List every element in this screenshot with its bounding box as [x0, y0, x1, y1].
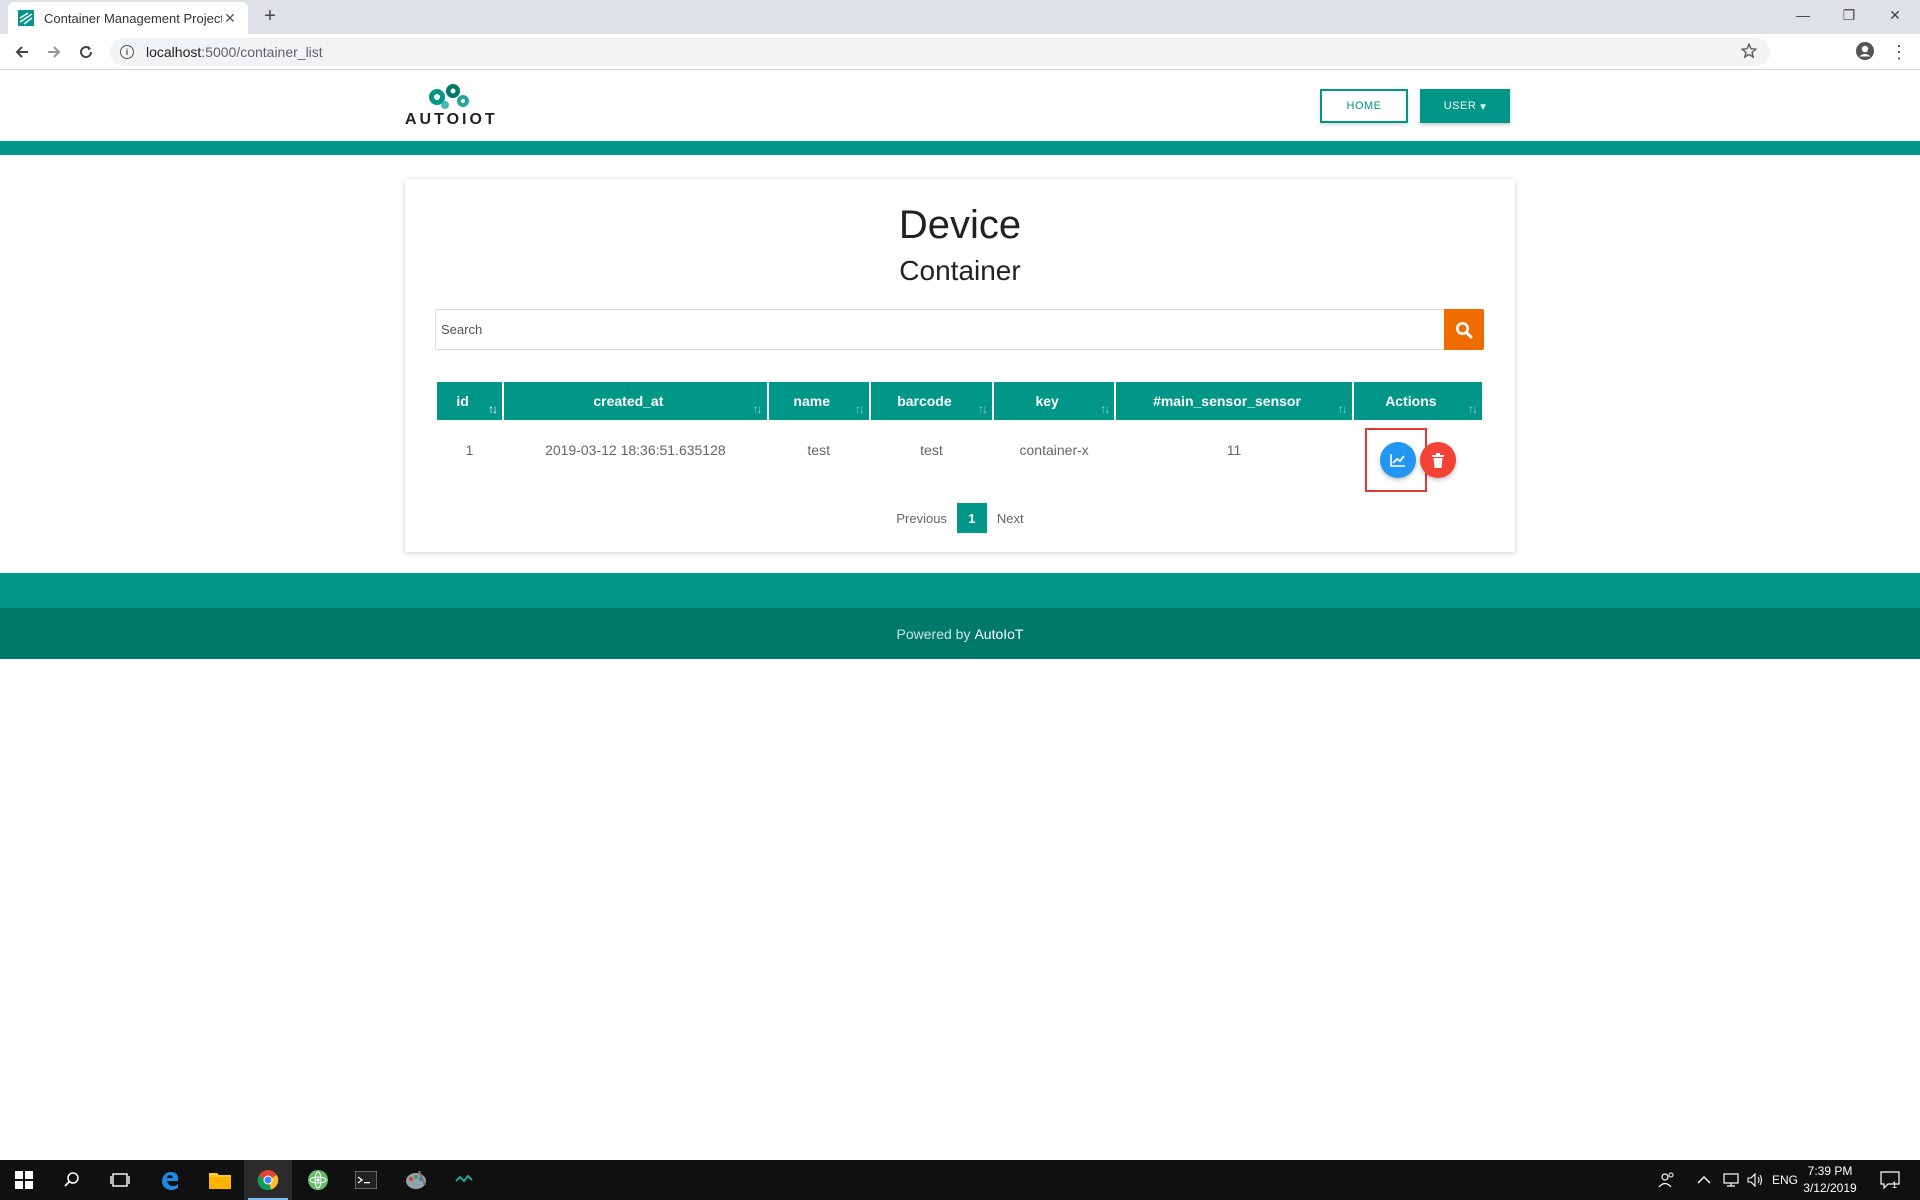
site-favicon-icon	[18, 10, 34, 26]
forward-arrow-icon[interactable]	[42, 40, 66, 64]
column-header-created-at[interactable]: created_at ↑↓	[504, 382, 767, 420]
footer: Powered by AutoIoT	[0, 608, 1920, 659]
url-path: :5000/container_list	[201, 44, 323, 60]
sort-icon[interactable]: ↑↓	[1468, 402, 1478, 416]
tab-title: Container Management Project	[44, 10, 222, 26]
cell-name: test	[807, 442, 830, 458]
terminal-icon[interactable]	[342, 1160, 390, 1200]
minimize-icon[interactable]: —	[1780, 0, 1826, 30]
close-window-icon[interactable]: ✕	[1872, 0, 1918, 30]
sort-icon[interactable]: ↑↓	[1100, 402, 1110, 416]
user-dropdown-button[interactable]: USER ▾	[1420, 89, 1510, 123]
address-bar[interactable]: i localhost:5000/container_list	[110, 38, 1770, 66]
browser-toolbar: i localhost:5000/container_list ⋮	[0, 34, 1920, 70]
header-accent-bar	[0, 141, 1920, 155]
app-window-icon[interactable]	[440, 1160, 488, 1200]
star-icon[interactable]	[1740, 42, 1758, 65]
container-table: id ↑↓ created_at ↑↓ name ↑↓ barcode ↑↓ key ↑↓…	[435, 382, 1484, 480]
footer-band	[0, 573, 1920, 608]
atom-icon[interactable]	[294, 1160, 342, 1200]
back-arrow-icon[interactable]	[10, 40, 34, 64]
people-icon[interactable]	[1658, 1160, 1676, 1200]
sort-icon[interactable]: ↑↓	[855, 402, 865, 416]
search-input[interactable]	[435, 309, 1445, 350]
network-icon[interactable]	[1722, 1160, 1740, 1200]
clock[interactable]: 7:39 PM 3/12/2019	[1795, 1163, 1865, 1197]
column-header-key[interactable]: key ↑↓	[994, 382, 1115, 420]
column-header-actions[interactable]: Actions ↑↓	[1353, 382, 1482, 420]
browser-menu-icon[interactable]: ⋮	[1890, 40, 1908, 64]
column-header-id[interactable]: id ↑↓	[437, 382, 503, 420]
trash-icon	[1432, 452, 1444, 468]
table-row: 1 2019-03-12 18:36:51.635128 test test c…	[437, 420, 1482, 480]
sort-icon[interactable]: ↑↓	[753, 402, 763, 416]
volume-icon[interactable]	[1746, 1160, 1764, 1200]
search-icon	[1456, 321, 1473, 338]
cell-main-sensor: 11	[1226, 442, 1242, 458]
sort-icon[interactable]: ↑↓	[978, 402, 988, 416]
clock-date: 3/12/2019	[1803, 1181, 1857, 1195]
page-subtitle: Container	[899, 255, 1021, 286]
windows-start-icon[interactable]	[0, 1160, 48, 1200]
column-header-main-sensor[interactable]: #main_sensor_sensor ↑↓	[1116, 382, 1352, 420]
clock-time: 7:39 PM	[1807, 1164, 1853, 1178]
cell-key: container-x	[1019, 442, 1089, 458]
tab-close-icon[interactable]: ✕	[222, 10, 238, 27]
site-header: AUTOIOT HOME USER ▾	[0, 71, 1920, 141]
chevron-up-icon[interactable]	[1697, 1160, 1711, 1200]
sort-asc-icon[interactable]: ↑↓	[488, 402, 498, 416]
column-header-name[interactable]: name ↑↓	[768, 382, 869, 420]
column-header-barcode[interactable]: barcode ↑↓	[870, 382, 993, 420]
profile-icon[interactable]	[1855, 41, 1875, 66]
browser-tab[interactable]: Container Management Project ✕	[8, 2, 248, 34]
page-number-current[interactable]: 1	[956, 503, 987, 533]
autoiot-logo[interactable]: AUTOIOT	[405, 81, 498, 131]
chart-icon	[1390, 454, 1405, 467]
table-header-row: id ↑↓ created_at ↑↓ name ↑↓ barcode ↑↓ key ↑↓…	[437, 382, 1482, 420]
pagination: Previous 1 Next	[405, 503, 1515, 533]
paint-icon[interactable]	[392, 1160, 440, 1200]
restore-icon[interactable]: ❐	[1826, 0, 1872, 30]
chart-button[interactable]	[1380, 442, 1416, 478]
browser-tabstrip: Container Management Project ✕ + — ❐ ✕	[0, 0, 1920, 34]
edge-icon[interactable]	[146, 1160, 194, 1200]
footer-powered-by: Powered by	[896, 625, 971, 642]
footer-brand-link[interactable]: AutoIoT	[974, 626, 1023, 642]
task-view-icon[interactable]	[96, 1160, 144, 1200]
reload-icon[interactable]	[74, 40, 98, 64]
user-button-label: USER	[1443, 100, 1477, 112]
info-icon[interactable]: i	[120, 45, 134, 59]
notification-icon[interactable]: 1	[1880, 1160, 1900, 1200]
windows-taskbar: ENG 7:39 PM 3/12/2019 1	[0, 1160, 1920, 1200]
sort-icon[interactable]: ↑↓	[1338, 402, 1348, 416]
url-host: localhost	[146, 44, 202, 60]
new-tab-button[interactable]: +	[258, 4, 282, 28]
logo-text: AUTOIOT	[405, 111, 498, 128]
chrome-icon[interactable]	[244, 1160, 292, 1200]
search-button[interactable]	[1444, 309, 1484, 350]
delete-button[interactable]	[1420, 442, 1456, 478]
cell-barcode: test	[920, 442, 943, 458]
cell-id: 1	[465, 442, 474, 458]
notification-count: 1	[1892, 1180, 1898, 1190]
device-card: Device Container id↑↓ created_at↑↓ name↑…	[405, 179, 1515, 552]
gears-icon	[429, 84, 469, 109]
next-page-link[interactable]: Next	[997, 511, 1024, 526]
page-title: Device	[898, 203, 1022, 247]
caret-down-icon: ▾	[1480, 100, 1487, 113]
home-button[interactable]: HOME	[1320, 89, 1408, 123]
taskbar-search-icon[interactable]	[48, 1160, 96, 1200]
file-explorer-icon[interactable]	[196, 1160, 244, 1200]
cell-created-at: 2019-03-12 18:36:51.635128	[545, 442, 726, 458]
previous-page-link[interactable]: Previous	[896, 511, 947, 526]
